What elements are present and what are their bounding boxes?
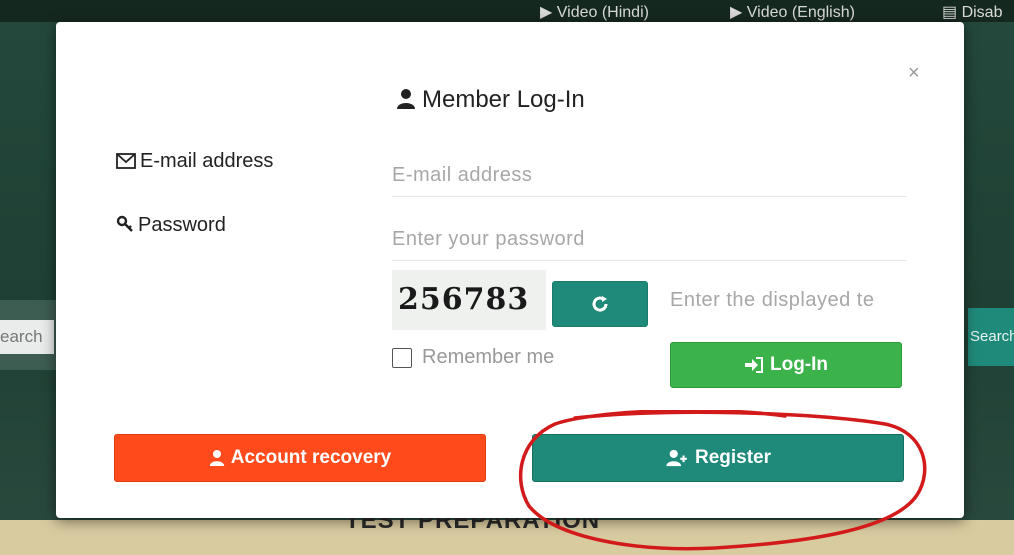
- refresh-icon: [592, 296, 608, 312]
- password-label: Password: [116, 214, 226, 237]
- close-button[interactable]: ×: [908, 62, 920, 85]
- register-button-label: Register: [694, 447, 772, 468]
- password-field[interactable]: [392, 218, 906, 261]
- nav-disability[interactable]: ▤ Disab: [942, 2, 1002, 22]
- email-label: E-mail address: [116, 150, 273, 173]
- captcha-input[interactable]: [670, 280, 906, 320]
- nav-video-hindi[interactable]: ▶ Video (Hindi): [540, 2, 649, 22]
- email-label-text: E-mail address: [140, 150, 274, 172]
- modal-title: Member Log-In: [396, 86, 585, 114]
- background-search-button[interactable]: Search: [968, 308, 1014, 366]
- sign-in-icon: [744, 357, 763, 373]
- key-icon: [116, 215, 133, 232]
- user-icon: [397, 89, 415, 109]
- email-field[interactable]: [392, 154, 906, 197]
- remember-me-checkbox[interactable]: [392, 347, 412, 368]
- account-recovery-label: Account recovery: [230, 447, 392, 468]
- user-icon: [209, 450, 224, 466]
- background-top-nav: ▶ Video (Hindi) ▶ Video (English) ▤ Disa…: [0, 0, 1014, 22]
- nav-video-english[interactable]: ▶ Video (English): [730, 2, 855, 22]
- login-button[interactable]: Log-In: [670, 342, 902, 388]
- user-plus-icon: [666, 449, 687, 467]
- captcha-image: 256783: [392, 270, 546, 330]
- register-button[interactable]: Register: [532, 434, 904, 482]
- remember-me-label: Remember me: [422, 346, 555, 368]
- captcha-refresh-button[interactable]: [552, 281, 648, 327]
- modal-title-text: Member Log-In: [422, 86, 585, 113]
- login-button-label: Log-In: [769, 354, 829, 375]
- password-label-text: Password: [138, 214, 226, 236]
- background-search-input[interactable]: earch: [0, 320, 54, 354]
- login-modal: Member Log-In × E-mail address Password …: [56, 22, 964, 518]
- account-recovery-button[interactable]: Account recovery: [114, 434, 486, 482]
- remember-me[interactable]: Remember me: [392, 346, 554, 369]
- envelope-icon: [116, 153, 136, 169]
